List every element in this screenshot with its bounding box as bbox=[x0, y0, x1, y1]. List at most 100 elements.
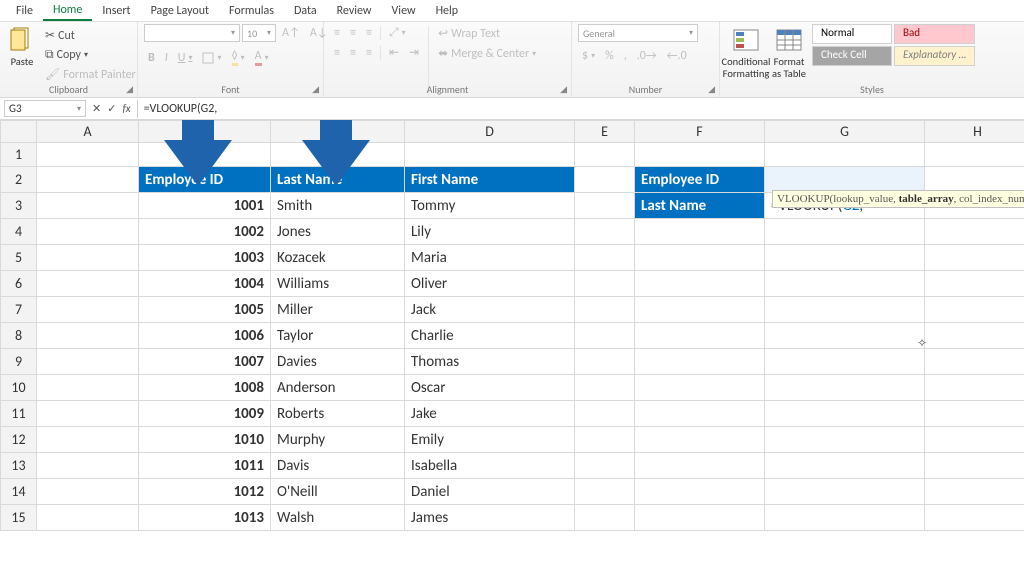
cell-styles-gallery[interactable]: Normal Bad Check Cell Explanatory … bbox=[812, 24, 975, 66]
tab-insert[interactable]: Insert bbox=[92, 2, 140, 20]
format-painter-button[interactable]: 🖌Format Painter bbox=[41, 65, 140, 84]
cell[interactable] bbox=[575, 271, 635, 297]
cell[interactable] bbox=[925, 375, 1024, 401]
cell[interactable]: Maria bbox=[405, 245, 575, 271]
align-middle-icon[interactable]: ≡ bbox=[346, 24, 360, 42]
cell[interactable] bbox=[925, 297, 1024, 323]
cell[interactable] bbox=[575, 167, 635, 193]
cell[interactable]: Isabella bbox=[405, 453, 575, 479]
cell[interactable]: Roberts bbox=[271, 401, 405, 427]
worksheet-grid[interactable]: A B C D E F G H 12Employee IDLast NameFi… bbox=[0, 120, 1024, 576]
cell[interactable]: Lily bbox=[405, 219, 575, 245]
tab-help[interactable]: Help bbox=[426, 2, 469, 20]
cell[interactable] bbox=[765, 479, 925, 505]
cell[interactable] bbox=[925, 453, 1024, 479]
align-bottom-icon[interactable]: ≡ bbox=[362, 24, 376, 42]
style-check-cell[interactable]: Check Cell bbox=[812, 46, 892, 66]
cell[interactable]: 1005 bbox=[139, 297, 271, 323]
cell[interactable] bbox=[37, 479, 139, 505]
row-header[interactable]: 2 bbox=[1, 167, 37, 193]
tab-home[interactable]: Home bbox=[43, 1, 92, 21]
cell[interactable] bbox=[925, 427, 1024, 453]
cell[interactable] bbox=[765, 505, 925, 531]
cell[interactable] bbox=[575, 479, 635, 505]
tab-file[interactable]: File bbox=[6, 2, 43, 20]
cell[interactable] bbox=[765, 375, 925, 401]
cell[interactable] bbox=[765, 453, 925, 479]
cell[interactable] bbox=[37, 143, 139, 167]
cell[interactable] bbox=[925, 167, 1024, 193]
name-box[interactable]: G3▾ bbox=[4, 100, 86, 117]
cell[interactable] bbox=[635, 453, 765, 479]
cell[interactable]: Jack bbox=[405, 297, 575, 323]
cell[interactable] bbox=[37, 193, 139, 219]
fx-icon[interactable]: fx bbox=[122, 102, 130, 115]
percent-button[interactable]: % bbox=[601, 47, 618, 65]
cell[interactable]: Anderson bbox=[271, 375, 405, 401]
cell[interactable]: Davies bbox=[271, 349, 405, 375]
cell[interactable] bbox=[635, 479, 765, 505]
cell[interactable]: Jake bbox=[405, 401, 575, 427]
cell[interactable] bbox=[635, 401, 765, 427]
align-center-icon[interactable]: ≡ bbox=[346, 43, 360, 62]
cell[interactable] bbox=[765, 143, 925, 167]
cell[interactable] bbox=[925, 219, 1024, 245]
col-header-C[interactable]: C bbox=[271, 121, 405, 143]
cell[interactable] bbox=[765, 245, 925, 271]
cell[interactable]: James bbox=[405, 505, 575, 531]
cancel-formula-icon[interactable]: ✕ bbox=[92, 102, 101, 115]
cell[interactable] bbox=[37, 297, 139, 323]
cell[interactable] bbox=[139, 143, 271, 167]
merge-center-button[interactable]: ⬌Merge & Center ▾ bbox=[434, 44, 540, 63]
font-color-button[interactable]: A▾ bbox=[251, 47, 273, 68]
comma-button[interactable]: , bbox=[620, 47, 631, 65]
cell[interactable]: Murphy bbox=[271, 427, 405, 453]
cell[interactable] bbox=[575, 453, 635, 479]
formula-bar[interactable]: =VLOOKUP(G2, bbox=[137, 100, 1024, 118]
select-all-corner[interactable] bbox=[1, 121, 37, 143]
cell[interactable]: Walsh bbox=[271, 505, 405, 531]
cell[interactable] bbox=[37, 271, 139, 297]
cell[interactable] bbox=[37, 349, 139, 375]
cell[interactable]: Oliver bbox=[405, 271, 575, 297]
cell[interactable] bbox=[925, 271, 1024, 297]
style-bad[interactable]: Bad bbox=[894, 24, 975, 44]
cell[interactable]: Tommy bbox=[405, 193, 575, 219]
row-header[interactable]: 4 bbox=[1, 219, 37, 245]
cell[interactable]: 1002 bbox=[139, 219, 271, 245]
row-header[interactable]: 6 bbox=[1, 271, 37, 297]
borders-button[interactable]: ▾ bbox=[198, 47, 225, 68]
cell[interactable]: Williams bbox=[271, 271, 405, 297]
cell[interactable] bbox=[635, 375, 765, 401]
cell[interactable] bbox=[575, 245, 635, 271]
alignment-launcher-icon[interactable]: ◢ bbox=[560, 84, 567, 95]
cell[interactable]: 1011 bbox=[139, 453, 271, 479]
cell[interactable]: 1007 bbox=[139, 349, 271, 375]
cell[interactable]: First Name bbox=[405, 167, 575, 193]
cell[interactable]: 1006 bbox=[139, 323, 271, 349]
cell[interactable]: Kozacek bbox=[271, 245, 405, 271]
cell[interactable] bbox=[765, 401, 925, 427]
cell[interactable] bbox=[575, 375, 635, 401]
cell[interactable] bbox=[765, 323, 925, 349]
fill-color-button[interactable]: ◊▾ bbox=[228, 47, 249, 68]
cell[interactable] bbox=[635, 323, 765, 349]
cell[interactable] bbox=[405, 143, 575, 167]
conditional-formatting-button[interactable]: Conditional Formatting bbox=[726, 24, 766, 81]
cell[interactable] bbox=[575, 219, 635, 245]
underline-button[interactable]: U▾ bbox=[174, 47, 197, 68]
number-format-select[interactable]: General▾ bbox=[578, 24, 698, 42]
cell[interactable] bbox=[925, 505, 1024, 531]
wrap-text-button[interactable]: ↩Wrap Text bbox=[434, 24, 540, 43]
tab-pagelayout[interactable]: Page Layout bbox=[141, 2, 219, 20]
cell[interactable] bbox=[765, 167, 925, 193]
cell[interactable]: 1010 bbox=[139, 427, 271, 453]
cell[interactable] bbox=[37, 167, 139, 193]
decrease-indent-icon[interactable]: ⇤ bbox=[385, 43, 403, 62]
cell[interactable] bbox=[635, 297, 765, 323]
col-header-B[interactable]: B bbox=[139, 121, 271, 143]
cell[interactable] bbox=[925, 401, 1024, 427]
cell[interactable] bbox=[575, 349, 635, 375]
col-header-D[interactable]: D bbox=[405, 121, 575, 143]
row-header[interactable]: 9 bbox=[1, 349, 37, 375]
